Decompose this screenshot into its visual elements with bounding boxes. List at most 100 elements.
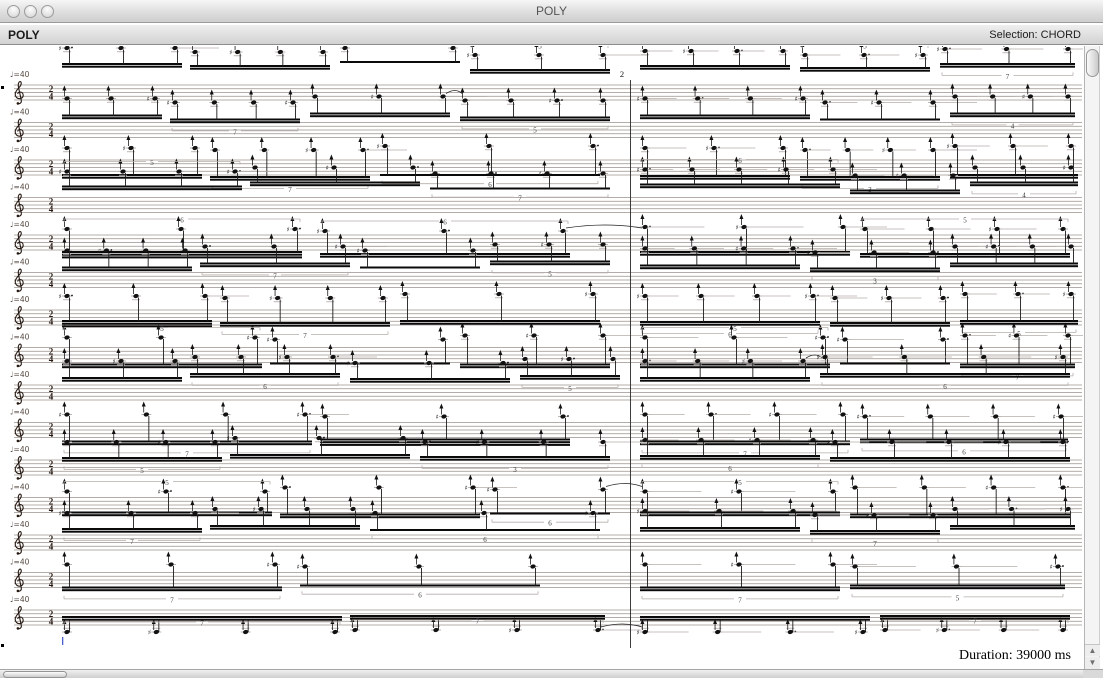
svg-text:♯: ♯ <box>637 166 640 174</box>
svg-text:♯: ♯ <box>147 95 150 103</box>
svg-text:♯: ♯ <box>837 336 840 344</box>
tempo-marking: ♩=40 <box>10 558 30 567</box>
tuplet-number: 6 <box>263 383 267 391</box>
svg-text:♯: ♯ <box>637 628 640 636</box>
tuplet-number: 7 <box>200 620 204 628</box>
vertical-scrollbar[interactable]: ▲ ▼ <box>1084 46 1100 669</box>
svg-text:4: 4 <box>49 354 54 364</box>
svg-text:♯: ♯ <box>247 334 250 342</box>
svg-text:♯: ♯ <box>736 223 739 231</box>
svg-text:4: 4 <box>49 392 54 402</box>
tempo-marking: ♩=40 <box>10 295 30 304</box>
tempo-marking: ♩=40 <box>10 370 30 379</box>
svg-text:♯: ♯ <box>113 357 116 365</box>
svg-text:♯: ♯ <box>637 507 640 515</box>
tuplet-number: 5 <box>733 325 737 333</box>
tuplet-number: 6 <box>258 46 262 48</box>
svg-text:♯: ♯ <box>59 509 62 517</box>
svg-text:♯: ♯ <box>227 168 230 176</box>
scroll-up-arrow[interactable]: ▲ <box>1085 644 1100 656</box>
svg-text:♯: ♯ <box>436 413 439 421</box>
svg-text:♯: ♯ <box>795 95 798 103</box>
tuplet-number: 4 <box>1011 122 1015 130</box>
svg-text:♯: ♯ <box>731 488 734 496</box>
editor-title: POLY <box>8 28 40 42</box>
svg-text:4: 4 <box>49 317 54 327</box>
svg-text:♯: ♯ <box>487 486 490 494</box>
svg-text:♯: ♯ <box>706 144 709 152</box>
svg-text:♯: ♯ <box>539 170 542 178</box>
staff-9[interactable]: ♩=4024♯♯6♯♯5♯♯♯6 <box>10 344 1082 405</box>
svg-text:♯: ♯ <box>985 484 988 492</box>
svg-text:♯: ♯ <box>817 353 820 361</box>
tuplet-number: 7 <box>973 618 977 626</box>
svg-text:♯: ♯ <box>465 484 468 492</box>
staff-11[interactable]: ♩=4024♯5♯♯3♯6♯♯ <box>10 425 1082 480</box>
svg-text:4: 4 <box>49 242 54 252</box>
svg-text:♯: ♯ <box>585 290 588 298</box>
tuplet-number: 6 <box>418 592 422 600</box>
tuplet-number: 6 <box>443 219 447 227</box>
svg-text:♯: ♯ <box>937 46 940 53</box>
svg-text:♯: ♯ <box>305 146 308 154</box>
scrollbar-corner <box>1083 669 1103 678</box>
score-canvas[interactable]: ♩=4024♯♯6♯5♯♯5♯7♩=4024♯♯♯7♯♯5♯♯♯♯4♩=4024… <box>0 46 1083 669</box>
svg-text:♯: ♯ <box>59 46 62 52</box>
window-title: POLY <box>0 4 1103 18</box>
score-area[interactable]: ♩=4024♯♯6♯5♯♯5♯7♩=4024♯♯♯7♯♯5♯♯♯♯4♩=4024… <box>0 46 1083 669</box>
svg-text:♯: ♯ <box>167 99 170 107</box>
scroll-down-arrow[interactable]: ▼ <box>1085 657 1100 669</box>
vertical-scrollbar-thumb[interactable] <box>1086 49 1099 77</box>
tuplet-number: 5 <box>150 159 154 167</box>
svg-text:♯: ♯ <box>229 48 232 56</box>
svg-text:♯: ♯ <box>297 563 300 571</box>
svg-text:♯: ♯ <box>807 249 810 257</box>
staff-6[interactable]: ♩=4024♯♯7♯♯5♯♯3♯ <box>10 232 1082 293</box>
staff-7[interactable]: ♩=4024♯♯7♯♯♯6♯♯5 <box>10 281 1082 340</box>
tuplet-number: 6 <box>180 217 184 225</box>
svg-text:♯: ♯ <box>683 47 686 55</box>
svg-text:♯: ♯ <box>871 99 874 107</box>
tuplet-number: 6 <box>483 536 487 544</box>
svg-text:♯: ♯ <box>526 332 529 340</box>
staff-1[interactable]: ♩=4024♯♯6♯5♯♯5♯7 <box>10 46 1083 105</box>
svg-text:♯: ♯ <box>882 146 885 154</box>
horizontal-scrollbar-thumb[interactable] <box>3 671 67 678</box>
svg-text:♯: ♯ <box>1063 164 1066 172</box>
tempo-marking: ♩=40 <box>10 258 30 267</box>
system-marker <box>1 86 4 89</box>
tuplet-number: 6 <box>728 465 732 473</box>
svg-text:♯: ♯ <box>317 227 320 235</box>
tuplet-number: 7 <box>738 596 742 604</box>
tempo-marking: ♩=40 <box>10 483 30 492</box>
tuplet-number: 5 <box>963 217 967 225</box>
staff-3[interactable]: ♩=4024♯♯7♯6♯♯3♯ <box>10 133 1082 194</box>
svg-text:♯: ♯ <box>1063 290 1066 298</box>
tuplet-number: 7 <box>288 186 292 194</box>
selection-mode-label: Selection: CHORD <box>989 29 1081 41</box>
svg-text:♯: ♯ <box>123 144 126 152</box>
tuplet-number: 5 <box>165 479 169 487</box>
svg-text:♯: ♯ <box>936 626 939 634</box>
horizontal-scrollbar[interactable] <box>0 669 1083 678</box>
svg-text:4: 4 <box>49 167 54 177</box>
svg-text:♯: ♯ <box>896 172 899 180</box>
staff-12[interactable]: ♩=4024♯5♯♯6♯5♯ <box>10 475 1083 528</box>
svg-text:♯: ♯ <box>269 294 272 302</box>
staff-14[interactable]: ♩=4024♯7♯6♯7♯5 <box>10 552 1082 605</box>
tuplet-number: 7 <box>130 538 134 546</box>
tempo-marking: ♩=40 <box>10 333 30 342</box>
svg-text:♯: ♯ <box>267 561 270 569</box>
svg-text:4: 4 <box>49 204 54 214</box>
svg-text:♯: ♯ <box>541 241 544 249</box>
tuplet-number: 3 <box>873 277 877 285</box>
tuplet-number: 7 <box>873 540 877 548</box>
tuplet-number: 6 <box>962 448 966 456</box>
svg-text:♯: ♯ <box>769 411 772 419</box>
tuplet-number: 7 <box>743 450 747 458</box>
svg-text:♯: ♯ <box>549 97 552 105</box>
svg-text:♯: ♯ <box>335 243 338 251</box>
svg-text:♯: ♯ <box>637 95 640 103</box>
svg-text:♯: ♯ <box>287 225 290 233</box>
duration-label: Duration: 39000 ms <box>959 648 1071 664</box>
